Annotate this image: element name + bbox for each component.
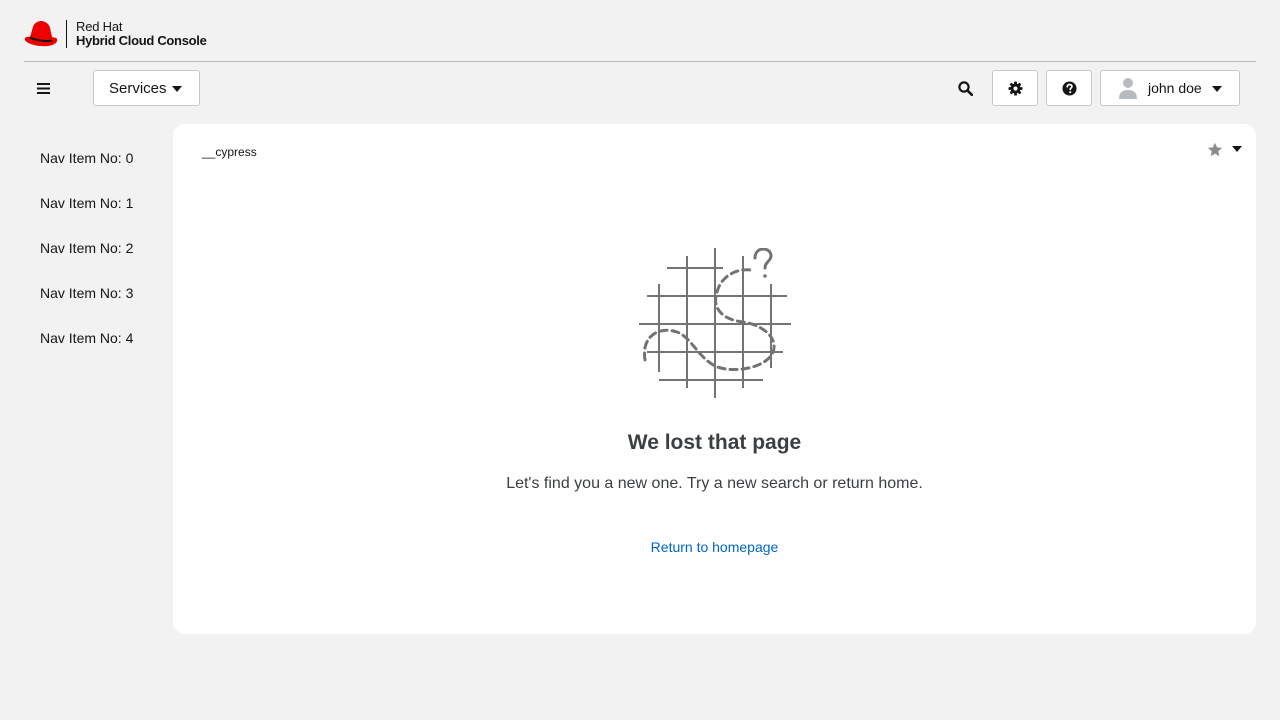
nav-toggle-button[interactable]: [28, 74, 58, 102]
redhat-logo-icon: [24, 21, 58, 47]
question-circle-icon: [1061, 80, 1077, 96]
services-label: Services: [109, 79, 167, 97]
bundle-label: __cypress: [202, 145, 257, 159]
search-icon: [957, 80, 973, 96]
empty-state-title: We lost that page: [627, 431, 802, 454]
return-homepage-link[interactable]: Return to homepage: [651, 539, 779, 555]
caret-down-icon[interactable]: [1232, 146, 1242, 152]
main-card: __cypress We lost that page Let's find y…: [173, 124, 1256, 634]
user-menu-button[interactable]: john doe: [1100, 70, 1240, 106]
help-button[interactable]: [1046, 70, 1092, 106]
sidebar-item-3[interactable]: Nav Item No: 3: [24, 270, 164, 315]
caret-down-icon: [172, 86, 182, 92]
brand-line-1: Red Hat: [76, 19, 123, 34]
sidebar-item-label: Nav Item No: 4: [40, 329, 134, 346]
brand-logo[interactable]: Red Hat Hybrid Cloud Console: [24, 18, 207, 50]
services-dropdown-button[interactable]: Services: [93, 70, 200, 106]
star-icon[interactable]: [1207, 142, 1223, 158]
masthead-divider: [24, 61, 1256, 62]
brand-text: Red Hat Hybrid Cloud Console: [76, 20, 207, 48]
sidebar-item-2[interactable]: Nav Item No: 2: [24, 225, 164, 270]
empty-state-body: Let's find you a new one. Try a new sear…: [506, 475, 923, 492]
settings-button[interactable]: [992, 70, 1038, 106]
search-button[interactable]: [948, 73, 982, 103]
user-name: john doe: [1148, 80, 1202, 96]
logo-divider: [66, 20, 67, 48]
sidebar-item-1[interactable]: Nav Item No: 1: [24, 180, 164, 225]
empty-state-actions: Return to homepage: [173, 539, 1256, 555]
sidebar-item-label: Nav Item No: 1: [40, 194, 134, 211]
sidebar-item-4[interactable]: Nav Item No: 4: [24, 315, 164, 360]
sidebar-item-0[interactable]: Nav Item No: 0: [24, 135, 164, 180]
user-avatar-icon: [1119, 78, 1137, 99]
lost-path-grid-icon: [639, 248, 791, 398]
hamburger-icon: [36, 82, 50, 94]
sidebar-item-label: Nav Item No: 3: [40, 284, 134, 301]
sidebar-item-label: Nav Item No: 2: [40, 239, 134, 256]
gear-icon: [1007, 80, 1023, 96]
sidebar-nav: Nav Item No: 0 Nav Item No: 1 Nav Item N…: [24, 135, 164, 360]
caret-down-icon: [1212, 86, 1222, 92]
brand-line-2: Hybrid Cloud Console: [76, 33, 207, 48]
sidebar-item-label: Nav Item No: 0: [40, 149, 134, 166]
